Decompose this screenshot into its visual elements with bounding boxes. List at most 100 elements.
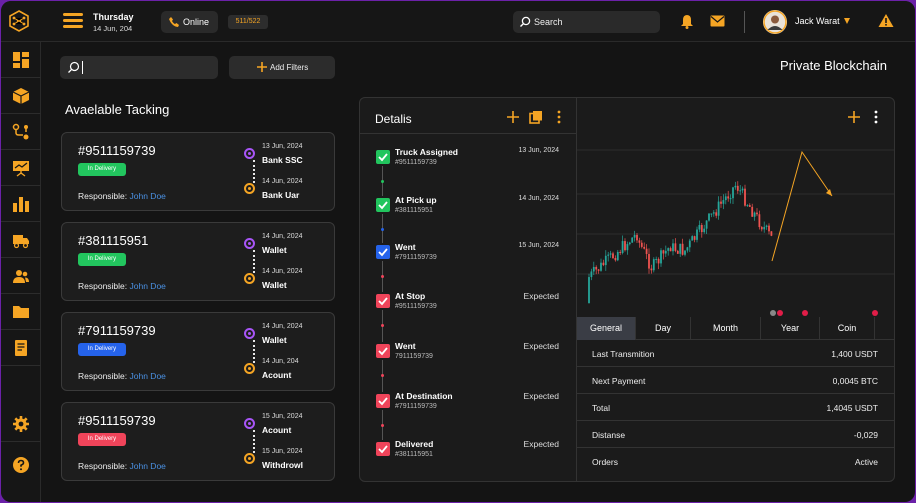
stat-row: Distanse -0,029 <box>577 422 894 448</box>
tracking-card[interactable]: #381115951 In Delivery Responsible: John… <box>61 222 335 301</box>
hamburger-menu-icon[interactable] <box>63 13 83 29</box>
candle-body <box>739 190 742 192</box>
candle-body <box>734 185 737 188</box>
sidebar-item-documents[interactable] <box>1 330 41 366</box>
destination-dot-icon <box>244 273 255 284</box>
responsible-name-link[interactable]: John Doe <box>130 461 166 471</box>
event-title: At Pick up <box>395 195 437 205</box>
sidebar-item-reports[interactable] <box>1 150 41 186</box>
candle-body <box>662 250 665 254</box>
chevron-down-icon[interactable] <box>844 18 850 24</box>
bell-icon[interactable] <box>680 14 694 29</box>
status-badge: In Delivery <box>78 433 126 446</box>
tab-day[interactable]: Day <box>636 317 691 340</box>
tracking-search-input[interactable] <box>60 56 218 79</box>
stat-row: Orders Active <box>577 449 894 475</box>
stat-label: Next Payment <box>592 376 646 386</box>
document-icon <box>15 339 27 356</box>
status-badge: In Delivery <box>78 163 126 176</box>
origin-dot-icon <box>244 418 255 429</box>
warning-icon[interactable] <box>878 13 894 28</box>
candle-body <box>756 212 758 215</box>
page-title: Private Blockchain <box>780 58 887 73</box>
candle-body <box>652 259 655 271</box>
stat-label: Orders <box>592 457 618 467</box>
checked-checkbox-icon[interactable] <box>376 245 390 259</box>
sidebar-item-fleet[interactable] <box>1 222 41 258</box>
responsible-name-link[interactable]: John Doe <box>130 371 166 381</box>
origin-place: Bank SSC <box>262 155 303 165</box>
candle-body <box>648 253 650 269</box>
checked-checkbox-icon[interactable] <box>376 442 390 456</box>
sidebar-item-routes[interactable] <box>1 114 41 150</box>
tracking-card[interactable]: #7911159739 In Delivery Responsible: Joh… <box>61 312 335 391</box>
tab-year[interactable]: Year <box>761 317 820 340</box>
tab-coin[interactable]: Coin <box>820 317 875 340</box>
tracking-section-title: Avaelable Tacking <box>65 102 170 117</box>
tab-general[interactable]: General <box>577 317 636 340</box>
tracking-card[interactable]: #9511159739 In Delivery Responsible: Joh… <box>61 132 335 211</box>
candle-body <box>669 248 672 252</box>
tracking-id: #7911159739 <box>78 323 156 338</box>
checked-checkbox-icon[interactable] <box>376 344 390 358</box>
global-search[interactable]: Search <box>513 11 660 33</box>
candle-body <box>736 185 739 191</box>
candle-body <box>741 188 744 191</box>
candle-body <box>712 212 715 214</box>
sidebar-item-packages[interactable] <box>1 78 41 114</box>
origin-dot-icon <box>244 238 255 249</box>
online-status-button[interactable]: Online <box>161 11 218 33</box>
candle-body <box>645 248 648 254</box>
sidebar-item-files[interactable] <box>1 294 41 330</box>
origin-date: 14 Jun, 2024 <box>262 323 303 330</box>
copy-icon[interactable] <box>529 110 543 124</box>
candle-body <box>727 196 730 199</box>
checked-checkbox-icon[interactable] <box>376 394 390 408</box>
candle-body <box>614 258 617 261</box>
candle-body <box>643 246 646 249</box>
mail-icon[interactable] <box>710 15 725 27</box>
trend-arrow-head <box>826 189 832 196</box>
tab-month[interactable]: Month <box>691 317 761 340</box>
candle-body <box>746 205 749 207</box>
event-connector-dot <box>381 228 384 231</box>
responsible-line: Responsible: John Doe <box>78 371 166 381</box>
candle-body <box>633 234 636 238</box>
candle-body <box>674 243 677 251</box>
status-badge: In Delivery <box>78 343 126 356</box>
price-candlestick-chart[interactable] <box>577 98 895 318</box>
candle-body <box>640 242 643 247</box>
checked-checkbox-icon[interactable] <box>376 294 390 308</box>
event-reference: #7911159739 <box>395 403 437 410</box>
candle-body <box>638 240 641 243</box>
add-icon[interactable] <box>506 110 520 124</box>
stat-row: Last Transmition 1,400 USDT <box>577 341 894 367</box>
checked-checkbox-icon[interactable] <box>376 150 390 164</box>
sidebar-item-settings[interactable] <box>1 406 41 442</box>
candle-body <box>609 253 612 255</box>
responsible-label: Responsible: <box>78 281 128 291</box>
candle-body <box>655 258 658 260</box>
user-name[interactable]: Jack Warat <box>795 16 840 26</box>
responsible-name-link[interactable]: John Doe <box>130 191 166 201</box>
more-vertical-icon[interactable] <box>552 110 566 124</box>
sidebar-item-help[interactable] <box>1 447 41 483</box>
responsible-name-link[interactable]: John Doe <box>130 281 166 291</box>
checked-checkbox-icon[interactable] <box>376 198 390 212</box>
logo-icon[interactable] <box>7 9 31 33</box>
status-badge: In Delivery <box>78 253 126 266</box>
user-avatar[interactable] <box>763 10 787 34</box>
add-filters-button[interactable]: Add Filters <box>229 56 335 79</box>
candle-body <box>703 228 706 233</box>
users-icon <box>13 269 29 283</box>
destination-place: Bank Uar <box>262 190 300 200</box>
candle-body <box>765 225 768 227</box>
sidebar-item-analytics[interactable] <box>1 186 41 222</box>
candle-body <box>705 220 708 229</box>
destination-date: 15 Jun, 2024 <box>262 448 303 455</box>
sidebar-item-dashboard[interactable] <box>1 42 41 78</box>
event-title: At Destination <box>395 391 453 401</box>
tracking-card[interactable]: #9511159739 In Delivery Responsible: Joh… <box>61 402 335 481</box>
sidebar-item-users[interactable] <box>1 258 41 294</box>
candle-body <box>595 266 598 270</box>
